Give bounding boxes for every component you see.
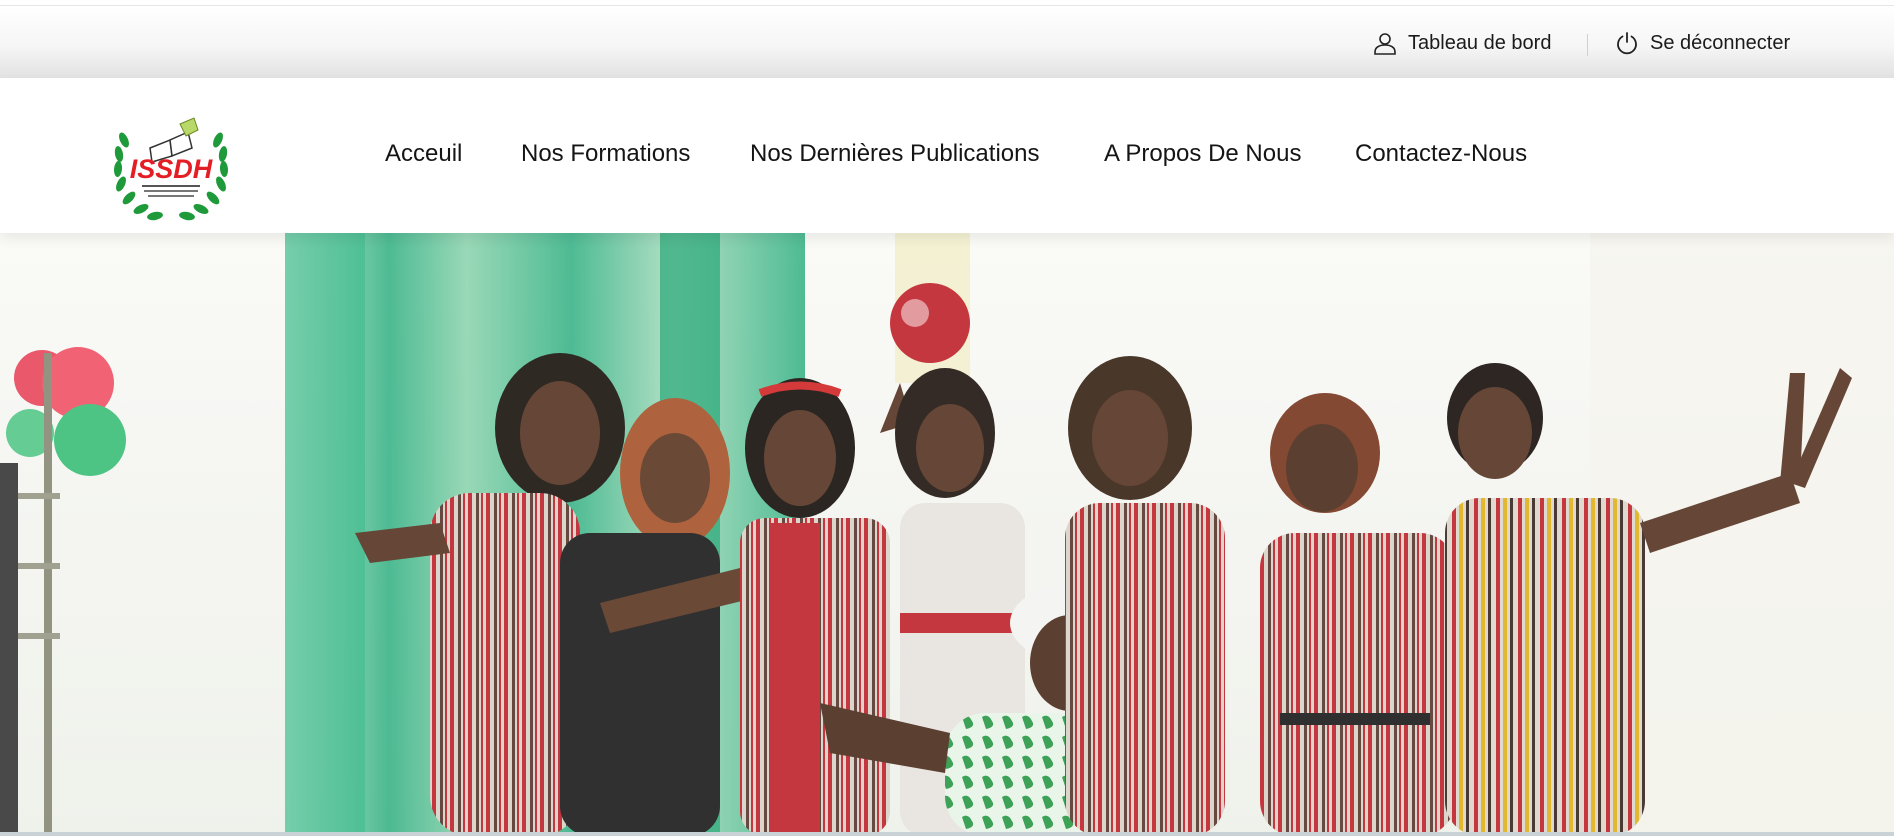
logout-label: Se déconnecter (1650, 31, 1791, 54)
nav-contactez-nous[interactable]: Contactez-Nous (1355, 140, 1527, 168)
main-navbar: ISSDH Acceuil Nos Formations Nos Dernièr… (0, 78, 1894, 233)
user-icon (1374, 33, 1396, 55)
logo-text: ISSDH (130, 154, 213, 184)
hero-bottom-border (0, 832, 1894, 836)
logout-link[interactable]: Se déconnecter (1614, 28, 1790, 58)
site-logo[interactable]: ISSDH (110, 110, 232, 228)
power-icon (1617, 32, 1637, 55)
dashboard-link[interactable]: Tableau de bord (1372, 28, 1551, 58)
nav-publications[interactable]: Nos Dernières Publications (750, 140, 1039, 168)
nav-a-propos[interactable]: A Propos De Nous (1104, 140, 1301, 168)
top-utility-bar: Tableau de bord Se déconnecter (0, 6, 1894, 78)
topbar-divider (1587, 34, 1588, 56)
nav-nos-formations[interactable]: Nos Formations (521, 140, 690, 168)
dashboard-label: Tableau de bord (1408, 31, 1552, 54)
hero-photo (0, 233, 1894, 836)
hero-banner (0, 233, 1894, 836)
nav-acceuil[interactable]: Acceuil (385, 140, 462, 168)
